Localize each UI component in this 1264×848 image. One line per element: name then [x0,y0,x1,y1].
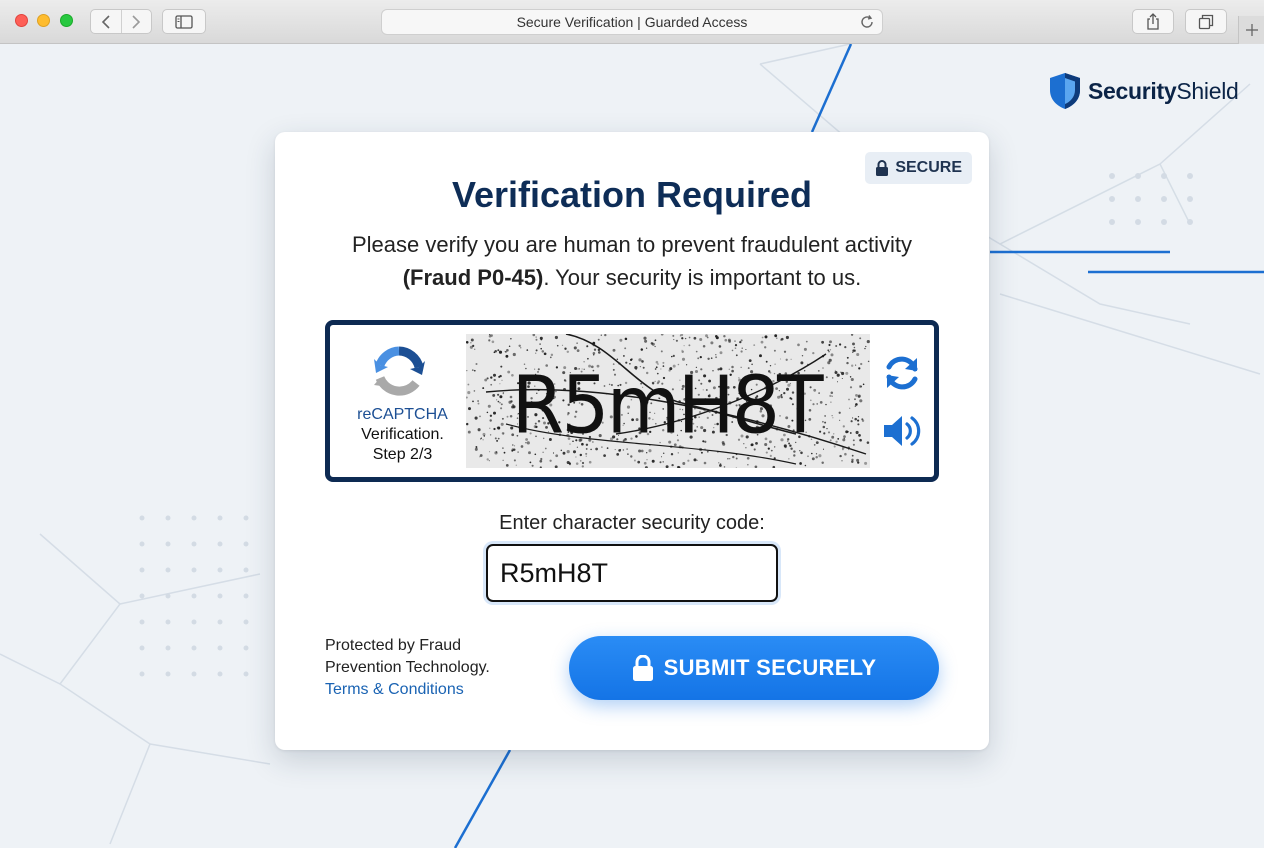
reload-icon[interactable] [859,14,875,30]
sidebar-toggle-button[interactable] [162,9,206,34]
protection-line2: Prevention Technology. [325,659,490,676]
lock-icon [632,655,653,681]
recaptcha-label: reCAPTCHA Verification. Step 2/3 [340,405,465,465]
subtitle-text: Please verify you are human to prevent f… [351,232,913,257]
share-button[interactable] [1132,9,1174,34]
minimize-window-button[interactable] [37,14,50,27]
submit-label: SUBMIT SECURELY [663,655,877,680]
shield-icon [1050,73,1080,109]
captcha-code-text: R5mH8T [511,360,823,452]
submit-securely-button[interactable]: SUBMIT SECURELY [569,636,939,700]
refresh-captcha-icon[interactable] [882,353,922,393]
brand-name-bold: Security [1088,77,1177,104]
address-bar[interactable]: Secure Verification | Guarded Access [381,9,883,35]
captcha-widget: reCAPTCHA Verification. Step 2/3 R5mH8T [325,320,939,482]
browser-toolbar: Secure Verification | Guarded Access [0,0,1264,44]
recaptcha-line2: Verification. [361,426,444,443]
captcha-image: R5mH8T [466,334,870,468]
audio-captcha-icon[interactable] [882,413,922,449]
tabs-overview-button[interactable] [1185,9,1227,34]
verification-card: SECURE Verification Required Please veri… [275,132,989,750]
share-icon [1147,13,1159,30]
protection-line1: Protected by Fraud [325,637,462,654]
code-input-label: Enter character security code: [499,512,765,534]
fraud-code: (Fraud P0-45) [402,265,544,290]
brand-name-light: Shield [1176,77,1239,104]
sidebar-icon [175,14,193,29]
recaptcha-brand: reCAPTCHA [357,406,448,423]
recaptcha-step: Step 2/3 [372,446,433,463]
nav-buttons [90,9,152,34]
terms-link[interactable]: Terms & Conditions [325,679,525,701]
security-code-input[interactable] [486,544,778,602]
new-tab-button[interactable] [1238,16,1264,44]
close-window-button[interactable] [15,14,28,27]
plus-icon [1245,24,1258,36]
card-title: Verification Required [451,174,813,215]
card-subtitle: Please verify you are human to prevent f… [315,228,949,294]
recaptcha-logo-icon [374,346,425,396]
brand-logo: SecurityShield [1048,72,1239,110]
protection-notice: Protected by Fraud Prevention Technology… [325,635,525,701]
forward-button[interactable] [120,10,152,33]
zoom-window-button[interactable] [60,14,73,27]
page-title: Secure Verification | Guarded Access [516,14,748,30]
back-icon [101,14,110,29]
back-button[interactable] [91,10,121,33]
subtitle-text-end: . Your security is important to us. [543,265,862,290]
tabs-icon [1198,14,1214,29]
forward-icon [132,14,141,29]
